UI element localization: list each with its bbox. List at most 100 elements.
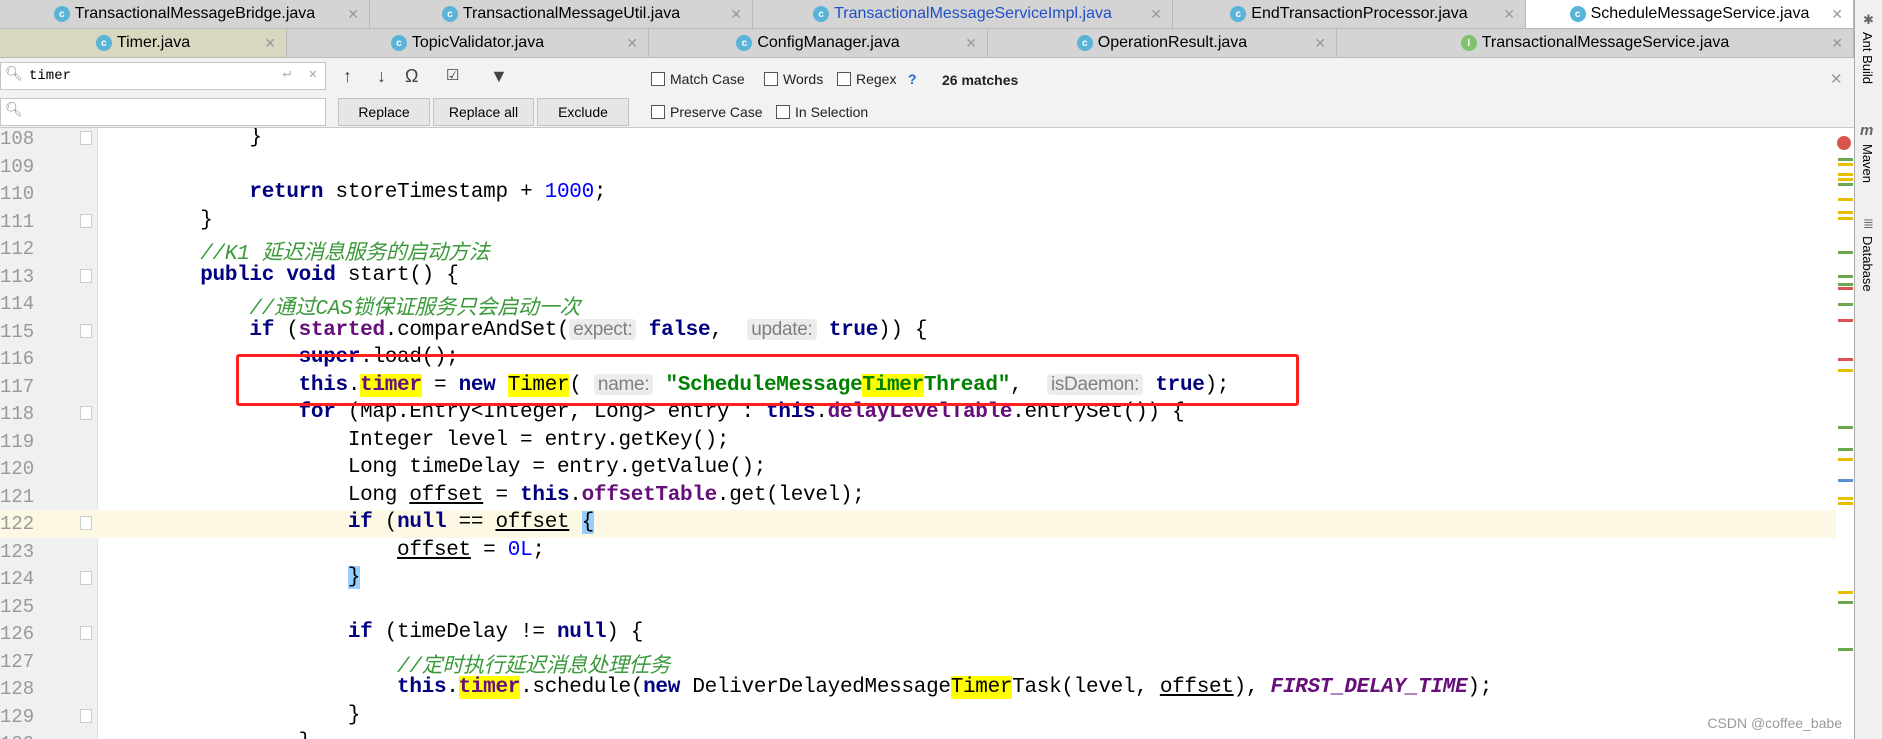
close-tab-icon[interactable]: ✕ bbox=[1314, 35, 1326, 52]
code-editor[interactable]: 108 } 109 110 return storeTimestamp + 1000… bbox=[0, 128, 1836, 739]
close-tab-icon[interactable]: ✕ bbox=[1150, 6, 1162, 23]
fold-marker-icon[interactable] bbox=[80, 516, 92, 530]
close-tab-icon[interactable]: ✕ bbox=[347, 6, 359, 23]
replace-input[interactable]: 🔍︎ bbox=[0, 98, 326, 126]
error-stripe-mark[interactable] bbox=[1838, 358, 1853, 361]
fold-marker-icon[interactable] bbox=[80, 268, 92, 283]
error-stripe-mark[interactable] bbox=[1838, 369, 1853, 372]
fold-marker-icon[interactable] bbox=[80, 708, 92, 723]
error-stripe-mark[interactable] bbox=[1838, 158, 1853, 161]
error-stripe-mark[interactable] bbox=[1838, 448, 1853, 451]
code-line: 129 } bbox=[0, 703, 1836, 731]
close-tab-icon[interactable]: ✕ bbox=[965, 35, 977, 52]
fold-marker-icon[interactable] bbox=[80, 213, 92, 228]
line-number: 115 bbox=[0, 320, 35, 343]
error-stripe-mark[interactable] bbox=[1838, 287, 1853, 290]
tab-configmanager-java[interactable]: c ConfigManager.java ✕ bbox=[649, 29, 988, 57]
tab-label: OperationResult.java bbox=[1097, 34, 1248, 51]
database-tool-button[interactable]: Database bbox=[1860, 236, 1875, 292]
tab-transactionalmessagebridge-java[interactable]: c TransactionalMessageBridge.java ✕ bbox=[0, 0, 370, 28]
in-selection-checkbox[interactable]: In Selection bbox=[776, 104, 868, 120]
select-all-occurrences-icon[interactable]: ☑ bbox=[446, 66, 459, 84]
code-token: = bbox=[483, 483, 521, 507]
tab-schedulemessageservice-java[interactable]: c ScheduleMessageService.java ✕ bbox=[1526, 0, 1854, 28]
tab-transactionalmessageserviceimpl-java[interactable]: c TransactionalMessageServiceImpl.java ✕ bbox=[753, 0, 1173, 28]
tab-endtransactionprocessor-java[interactable]: c EndTransactionProcessor.java ✕ bbox=[1173, 0, 1526, 28]
error-stripe-mark[interactable] bbox=[1838, 283, 1853, 286]
error-stripe-mark[interactable] bbox=[1838, 183, 1853, 186]
code-line: 110 return storeTimestamp + 1000; bbox=[0, 180, 1836, 208]
error-stripe-mark[interactable] bbox=[1838, 178, 1853, 181]
fold-marker-icon[interactable] bbox=[80, 406, 92, 420]
previous-occurrence-icon[interactable]: ↑ bbox=[343, 66, 352, 87]
close-tab-icon[interactable]: ✕ bbox=[1831, 6, 1843, 23]
error-icon bbox=[1837, 136, 1851, 150]
close-tab-icon[interactable]: ✕ bbox=[264, 35, 276, 52]
fold-marker-icon[interactable] bbox=[80, 571, 92, 585]
exclude-button[interactable]: Exclude bbox=[537, 98, 629, 126]
code-line: 125 bbox=[0, 593, 1836, 621]
line-number: 114 bbox=[0, 293, 35, 315]
error-stripe-mark[interactable] bbox=[1838, 211, 1853, 214]
error-stripe-mark[interactable] bbox=[1838, 198, 1853, 201]
tab-topicvalidator-java[interactable]: c TopicValidator.java ✕ bbox=[287, 29, 649, 57]
error-stripe-mark[interactable] bbox=[1838, 458, 1853, 461]
ant-build-tool-button[interactable]: Ant Build bbox=[1860, 32, 1875, 84]
error-stripe[interactable] bbox=[1836, 128, 1854, 739]
error-stripe-mark[interactable] bbox=[1838, 163, 1853, 166]
error-stripe-mark[interactable] bbox=[1838, 303, 1853, 306]
error-stripe-mark[interactable] bbox=[1838, 173, 1853, 176]
close-find-icon[interactable]: ✕ bbox=[1830, 70, 1843, 88]
fold-marker-icon[interactable] bbox=[80, 626, 92, 640]
fold-marker-icon[interactable] bbox=[80, 323, 92, 338]
replace-button[interactable]: Replace bbox=[338, 98, 430, 126]
error-stripe-mark[interactable] bbox=[1838, 648, 1853, 651]
error-stripe-mark[interactable] bbox=[1838, 319, 1853, 322]
code-line: 121 Long offset = this.offsetTable.get(l… bbox=[0, 483, 1836, 511]
words-checkbox[interactable]: Words bbox=[764, 71, 823, 87]
filter-icon[interactable]: ▼ bbox=[490, 66, 508, 87]
code-text: //定时执行延迟消息处理任务 bbox=[151, 649, 670, 679]
close-tab-icon[interactable]: ✕ bbox=[626, 35, 638, 52]
close-tab-icon[interactable]: ✕ bbox=[1831, 35, 1843, 52]
error-stripe-mark[interactable] bbox=[1838, 251, 1853, 254]
regex-help-link[interactable]: ? bbox=[908, 71, 917, 87]
tab-operationresult-java[interactable]: c OperationResult.java ✕ bbox=[988, 29, 1337, 57]
regex-checkbox[interactable]: Regex bbox=[837, 71, 896, 87]
code-text: } bbox=[151, 209, 213, 232]
maven-tool-button[interactable]: Maven bbox=[1860, 144, 1875, 183]
match-case-checkbox[interactable]: Match Case bbox=[651, 71, 745, 87]
search-input[interactable]: 🔍︎ timer ↵ ✕ bbox=[0, 62, 326, 90]
code-text: } bbox=[151, 704, 361, 727]
tab-label: TransactionalMessageBridge.java bbox=[74, 5, 316, 22]
find-all-icon[interactable]: Ω bbox=[405, 66, 418, 87]
database-icon: ≣ bbox=[1863, 216, 1874, 231]
fold-marker-icon[interactable] bbox=[80, 131, 92, 145]
replace-all-button[interactable]: Replace all bbox=[433, 98, 534, 126]
line-number: 121 bbox=[0, 485, 35, 508]
error-stripe-mark[interactable] bbox=[1838, 502, 1853, 505]
search-icon: 🔍︎ bbox=[5, 66, 23, 82]
tab-timer-java[interactable]: c Timer.java ✕ bbox=[0, 29, 287, 57]
tab-transactionalmessageservice-java[interactable]: I TransactionalMessageService.java ✕ bbox=[1337, 29, 1854, 57]
tab-transactionalmessageutil-java[interactable]: c TransactionalMessageUtil.java ✕ bbox=[370, 0, 753, 28]
clear-icon[interactable]: ✕ bbox=[309, 66, 317, 83]
close-tab-icon[interactable]: ✕ bbox=[730, 6, 742, 23]
code-token: .schedule( bbox=[520, 676, 644, 699]
error-stripe-mark[interactable] bbox=[1838, 497, 1853, 500]
error-stripe-mark[interactable] bbox=[1838, 601, 1853, 604]
error-stripe-mark[interactable] bbox=[1838, 426, 1853, 429]
close-tab-icon[interactable]: ✕ bbox=[1503, 6, 1515, 23]
code-token: , bbox=[710, 318, 748, 342]
maven-icon: m bbox=[1860, 122, 1874, 139]
next-occurrence-icon[interactable]: ↓ bbox=[377, 66, 386, 87]
line-number: 126 bbox=[0, 623, 35, 645]
error-stripe-mark[interactable] bbox=[1838, 479, 1853, 482]
error-stripe-mark[interactable] bbox=[1838, 591, 1853, 594]
error-stripe-mark[interactable] bbox=[1838, 217, 1853, 220]
preserve-case-checkbox[interactable]: Preserve Case bbox=[651, 104, 763, 120]
error-stripe-mark[interactable] bbox=[1838, 275, 1853, 278]
code-token: } bbox=[151, 128, 262, 149]
line-number: 118 bbox=[0, 403, 35, 425]
line-number: 125 bbox=[0, 595, 35, 618]
